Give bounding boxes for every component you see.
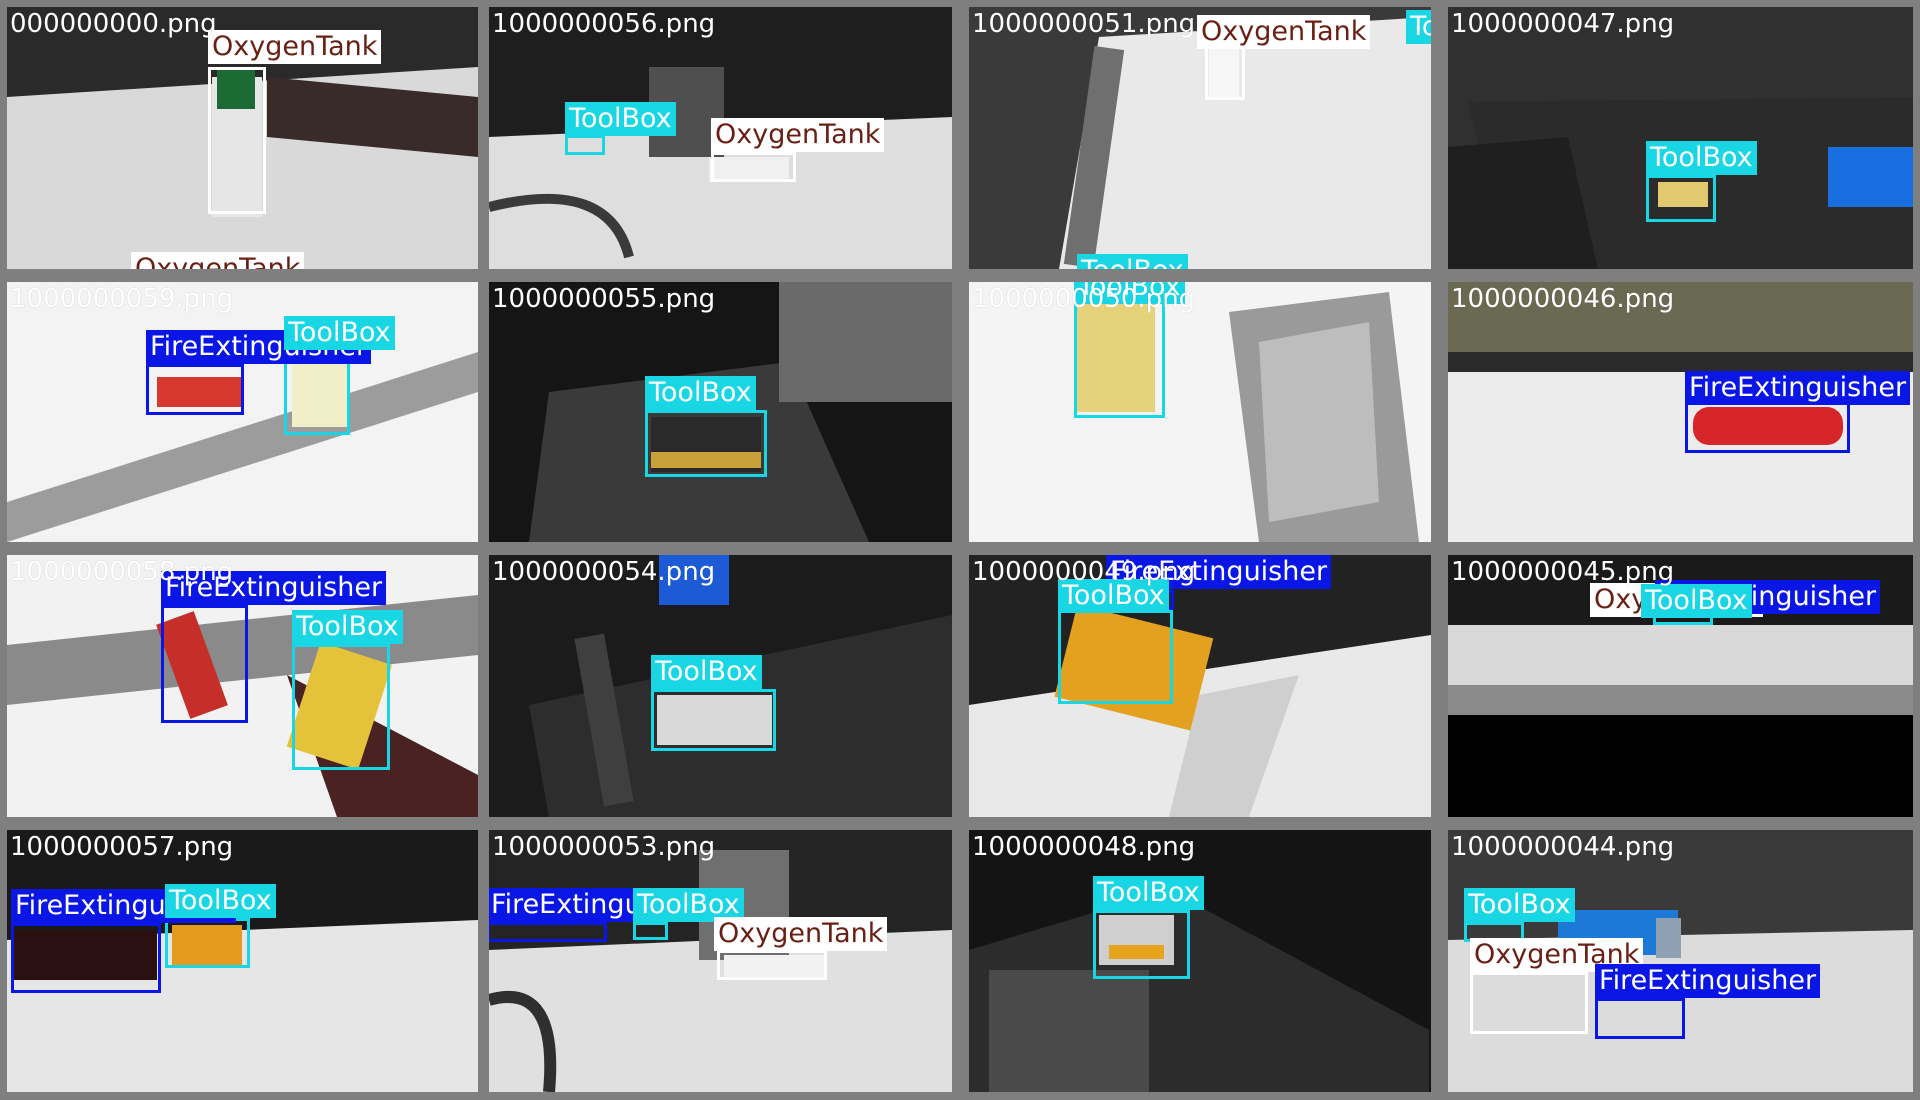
tile-6: 1000000055.png ToolBox — [489, 282, 952, 542]
tile-filename: 1000000047.png — [1451, 9, 1675, 39]
bounding-box — [1074, 296, 1165, 418]
tile-filename: 1000000055.png — [492, 284, 716, 314]
bounding-box — [1470, 972, 1588, 1034]
bounding-box — [161, 605, 248, 723]
scene-photo — [969, 282, 1431, 542]
tile-11: 1000000049.png FireExtinguisher ToolBox — [969, 555, 1431, 817]
scene-photo — [1448, 7, 1913, 269]
tile-1: 000000000.png OxygenTank OxygenTank — [7, 7, 478, 269]
tile-filename: 1000000056.png — [492, 9, 716, 39]
bounding-box — [1093, 910, 1190, 979]
tile-2: 1000000056.png ToolBox OxygenTank — [489, 7, 952, 269]
detection-label: ToolBox — [565, 102, 676, 136]
bounding-box — [11, 923, 161, 993]
bounding-box — [717, 950, 827, 980]
detection-label: OxygenTank — [131, 252, 305, 269]
detection-mosaic: 000000000.png OxygenTank OxygenTank 1000… — [0, 0, 1920, 1100]
tile-filename: 000000000.png — [10, 9, 217, 39]
bounding-box — [1646, 175, 1716, 222]
scene-photo — [969, 830, 1431, 1092]
bounding-box — [645, 410, 767, 477]
bounding-box — [292, 644, 390, 770]
tile-filename: 1000000059.png — [10, 284, 234, 314]
tile-5: 1000000059.png FireExtinguisher ToolBox — [7, 282, 478, 542]
bounding-box — [1685, 397, 1850, 453]
bounding-box — [565, 135, 605, 155]
bounding-box — [1205, 45, 1245, 100]
tile-filename: 1000000046.png — [1451, 284, 1675, 314]
tile-filename: 1000000058.png — [10, 557, 234, 587]
tile-filename: 1000000054.png — [492, 557, 716, 587]
bounding-box — [165, 918, 250, 968]
detection-label: OxygenTank — [208, 30, 382, 64]
detection-label: ToolBox — [292, 610, 403, 644]
bounding-box — [711, 152, 796, 182]
detection-label: ToolBox — [1406, 10, 1431, 44]
tile-12: 1000000045.png OxygenTank FireExtinguish… — [1448, 555, 1913, 817]
tile-15: 1000000048.png ToolBox — [969, 830, 1431, 1092]
detection-label: ToolBox — [645, 376, 756, 410]
bounding-box — [1058, 610, 1173, 704]
tile-filename: 1000000051.png — [972, 9, 1196, 39]
detection-label: FireExtinguisher — [1595, 964, 1821, 998]
detection-label: ToolBox — [1077, 254, 1188, 269]
tile-8: 1000000046.png FireExtinguisher — [1448, 282, 1913, 542]
detection-label: ToolBox — [165, 884, 276, 918]
detection-label: ToolBox — [284, 316, 395, 350]
tile-filename: 1000000048.png — [972, 832, 1196, 862]
detection-label: OxygenTank — [1197, 15, 1371, 49]
bounding-box — [633, 922, 668, 940]
tile-filename: 1000000045.png — [1451, 557, 1675, 587]
tile-10: 1000000054.png ToolBox — [489, 555, 952, 817]
tile-14: 1000000053.png FireExtinguisher ToolBox … — [489, 830, 952, 1092]
tile-filename: 1000000049.png — [972, 557, 1196, 587]
tile-filename: 1000000050.png — [972, 284, 1196, 314]
detection-label: ToolBox — [1641, 584, 1752, 618]
tile-13: 1000000057.png FireExtinguisher ToolBox — [7, 830, 478, 1092]
tile-9: 1000000058.png FireExtinguisher ToolBox — [7, 555, 478, 817]
detection-label: ToolBox — [1093, 876, 1204, 910]
bounding-box — [208, 67, 266, 214]
tile-filename: 1000000057.png — [10, 832, 234, 862]
bounding-box — [489, 922, 607, 942]
bounding-box — [1595, 998, 1685, 1039]
bounding-box — [146, 364, 244, 415]
detection-label: OxygenTank — [711, 118, 885, 152]
tile-filename: 1000000053.png — [492, 832, 716, 862]
detection-label: ToolBox — [1464, 888, 1575, 922]
bounding-box — [651, 689, 776, 751]
detection-label: ToolBox — [1646, 141, 1757, 175]
tile-3: 1000000051.png OxygenTank ToolBox ToolBo… — [969, 7, 1431, 269]
detection-label: OxygenTank — [714, 917, 888, 951]
tile-4: 1000000047.png ToolBox — [1448, 7, 1913, 269]
tile-filename: 1000000044.png — [1451, 832, 1675, 862]
tile-7: 1000000050.png ToolBox — [969, 282, 1431, 542]
detection-label: ToolBox — [651, 655, 762, 689]
scene-photo — [969, 555, 1431, 817]
tile-16: 1000000044.png ToolBox OxygenTank FireEx… — [1448, 830, 1913, 1092]
detection-label: FireExtinguisher — [1685, 371, 1911, 405]
